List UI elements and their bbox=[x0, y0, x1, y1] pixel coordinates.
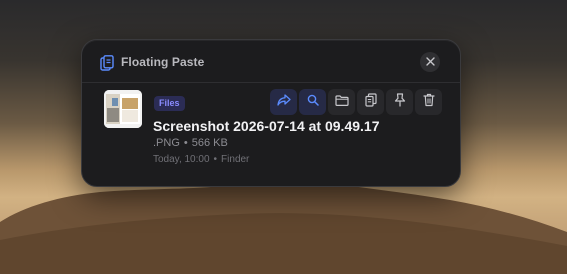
share-icon bbox=[276, 93, 291, 111]
close-icon bbox=[425, 53, 435, 71]
delete-button[interactable] bbox=[415, 89, 442, 115]
file-details: .PNG • 566 KB bbox=[153, 137, 228, 149]
clipboard-stack-icon bbox=[100, 55, 114, 71]
file-size: 566 KB bbox=[191, 137, 228, 149]
panel-title: Floating Paste bbox=[121, 55, 205, 69]
clip-source-app: Finder bbox=[221, 154, 250, 165]
trash-icon bbox=[422, 93, 435, 112]
file-type: .PNG bbox=[153, 137, 180, 149]
search-button[interactable] bbox=[299, 89, 326, 115]
reveal-in-folder-button[interactable] bbox=[328, 89, 355, 115]
pin-icon bbox=[394, 92, 406, 112]
close-button[interactable] bbox=[420, 52, 440, 72]
separator-dot: • bbox=[183, 137, 188, 149]
panel-header: Floating Paste bbox=[82, 40, 460, 83]
share-button[interactable] bbox=[270, 89, 297, 115]
file-name: Screenshot 2026-07-14 at 09.49.17 bbox=[153, 118, 380, 134]
clip-source-info: Today, 10:00 • Finder bbox=[153, 154, 249, 165]
action-toolbar bbox=[270, 89, 442, 115]
floating-paste-panel: Floating Paste Files Screenshot 2026-07-… bbox=[81, 39, 461, 187]
clip-timestamp: Today, 10:00 bbox=[153, 154, 210, 165]
copy-button[interactable] bbox=[357, 89, 384, 115]
folder-icon bbox=[334, 93, 349, 111]
copy-icon bbox=[364, 92, 377, 112]
separator-dot: • bbox=[213, 154, 218, 165]
file-thumbnail[interactable] bbox=[104, 90, 142, 128]
file-type-badge: Files bbox=[154, 96, 185, 111]
search-icon bbox=[307, 93, 319, 111]
pin-button[interactable] bbox=[386, 89, 413, 115]
